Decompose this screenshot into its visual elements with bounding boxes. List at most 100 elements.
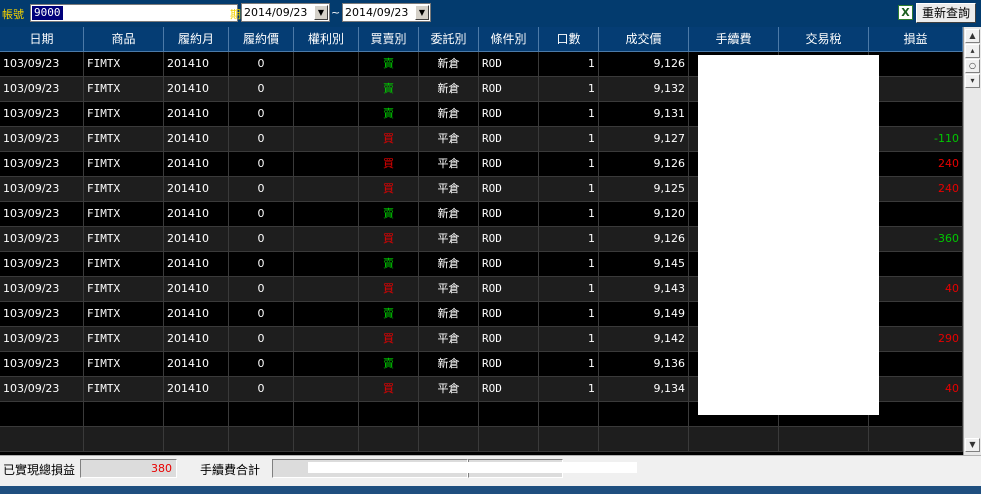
cell-side: 買 <box>359 277 419 302</box>
cell-pl: 40 <box>869 277 963 302</box>
excel-export-icon[interactable]: X <box>898 5 913 20</box>
redacted-area <box>308 462 637 473</box>
col-header-product[interactable]: 商品 <box>84 27 164 52</box>
scroll-thumb-icon[interactable]: ○ <box>965 59 980 73</box>
cell-right <box>294 152 359 177</box>
cell-order-type: 新倉 <box>419 352 479 377</box>
account-input[interactable]: 9000 <box>30 4 238 22</box>
cell-order-type: 平倉 <box>419 127 479 152</box>
cell-order-type: 平倉 <box>419 377 479 402</box>
cell-qty <box>539 402 599 427</box>
cell-date <box>0 402 84 427</box>
col-header-qty[interactable]: 口數 <box>539 27 599 52</box>
cell-qty: 1 <box>539 152 599 177</box>
chevron-down-icon[interactable]: ▼ <box>314 5 328 20</box>
cell-month: 201410 <box>164 227 229 252</box>
cell-side: 買 <box>359 227 419 252</box>
cell-side: 賣 <box>359 77 419 102</box>
cell-strike <box>229 427 294 452</box>
cell-month: 201410 <box>164 327 229 352</box>
date-to-value: 2014/09/23 <box>345 6 409 19</box>
cell-qty: 1 <box>539 302 599 327</box>
cell-condition <box>479 427 539 452</box>
cell-pl: -110 <box>869 127 963 152</box>
cell-side: 賣 <box>359 302 419 327</box>
cell-month: 201410 <box>164 127 229 152</box>
col-header-month[interactable]: 履約月 <box>164 27 229 52</box>
cell-strike: 0 <box>229 52 294 77</box>
cell-pl <box>869 52 963 77</box>
col-header-tax[interactable]: 交易稅 <box>779 27 869 52</box>
cell-qty: 1 <box>539 102 599 127</box>
cell-month: 201410 <box>164 152 229 177</box>
scroll-down-icon[interactable]: ▼ <box>965 438 980 452</box>
cell-month <box>164 402 229 427</box>
date-from-select[interactable]: 2014/09/23 ▼ <box>241 3 330 22</box>
cell-date: 103/09/23 <box>0 152 84 177</box>
cell-pl <box>869 102 963 127</box>
cell-strike: 0 <box>229 377 294 402</box>
cell-pl <box>869 252 963 277</box>
cell-side: 買 <box>359 177 419 202</box>
cell-qty: 1 <box>539 327 599 352</box>
cell-date: 103/09/23 <box>0 177 84 202</box>
account-label: 帳號 <box>2 8 24 21</box>
cell-qty: 1 <box>539 352 599 377</box>
cell-month: 201410 <box>164 177 229 202</box>
date-from-value: 2014/09/23 <box>244 6 308 19</box>
cell-pl <box>869 402 963 427</box>
col-header-date[interactable]: 日期 <box>0 27 84 52</box>
toolbar: 帳號 9000 期 2014/09/23 ▼ ~ 2014/09/23 ▼ X … <box>0 0 981 27</box>
cell-condition: ROD <box>479 177 539 202</box>
scroll-top-icon[interactable]: ▴ <box>965 44 980 58</box>
cell-qty: 1 <box>539 77 599 102</box>
cell-strike: 0 <box>229 327 294 352</box>
requery-button[interactable]: 重新查詢 <box>916 3 976 23</box>
cell-condition: ROD <box>479 52 539 77</box>
col-header-right[interactable]: 權利別 <box>294 27 359 52</box>
cell-right <box>294 327 359 352</box>
cell-product: FIMTX <box>84 102 164 127</box>
scroll-up-icon[interactable]: ▲ <box>965 29 980 43</box>
cell-price: 9,134 <box>599 377 689 402</box>
cell-price: 9,126 <box>599 52 689 77</box>
cell-order-type: 平倉 <box>419 227 479 252</box>
cell-order-type: 新倉 <box>419 102 479 127</box>
cell-price: 9,143 <box>599 277 689 302</box>
cell-price <box>599 427 689 452</box>
cell-order-type: 新倉 <box>419 202 479 227</box>
cell-right <box>294 202 359 227</box>
chevron-down-icon[interactable]: ▼ <box>415 5 429 20</box>
cell-condition: ROD <box>479 252 539 277</box>
cell-price <box>599 402 689 427</box>
cell-price: 9,125 <box>599 177 689 202</box>
col-header-fee[interactable]: 手續費 <box>689 27 779 52</box>
col-header-pl[interactable]: 損益 <box>869 27 963 52</box>
cell-month: 201410 <box>164 352 229 377</box>
cell-strike: 0 <box>229 202 294 227</box>
col-header-order-type[interactable]: 委託別 <box>419 27 479 52</box>
cell-strike <box>229 402 294 427</box>
cell-right <box>294 102 359 127</box>
account-value: 9000 <box>32 6 63 20</box>
col-header-side[interactable]: 買賣別 <box>359 27 419 52</box>
cell-side <box>359 402 419 427</box>
date-to-select[interactable]: 2014/09/23 ▼ <box>342 3 431 22</box>
col-header-price[interactable]: 成交價 <box>599 27 689 52</box>
cell-order-type: 新倉 <box>419 302 479 327</box>
cell-date: 103/09/23 <box>0 352 84 377</box>
cell-product: FIMTX <box>84 77 164 102</box>
col-header-strike[interactable]: 履約價 <box>229 27 294 52</box>
cell-product <box>84 402 164 427</box>
cell-side: 買 <box>359 377 419 402</box>
cell-right <box>294 352 359 377</box>
realized-pl-label: 已實現總損益 <box>3 463 76 477</box>
cell-price: 9,127 <box>599 127 689 152</box>
scroll-page-down-icon[interactable]: ▾ <box>965 74 980 88</box>
cell-price: 9,142 <box>599 327 689 352</box>
col-header-condition[interactable]: 條件別 <box>479 27 539 52</box>
cell-right <box>294 127 359 152</box>
vertical-scrollbar[interactable]: ▲ ▴ ○ ▾ ▼ <box>963 27 981 455</box>
cell-side: 賣 <box>359 202 419 227</box>
redacted-area <box>698 55 879 415</box>
